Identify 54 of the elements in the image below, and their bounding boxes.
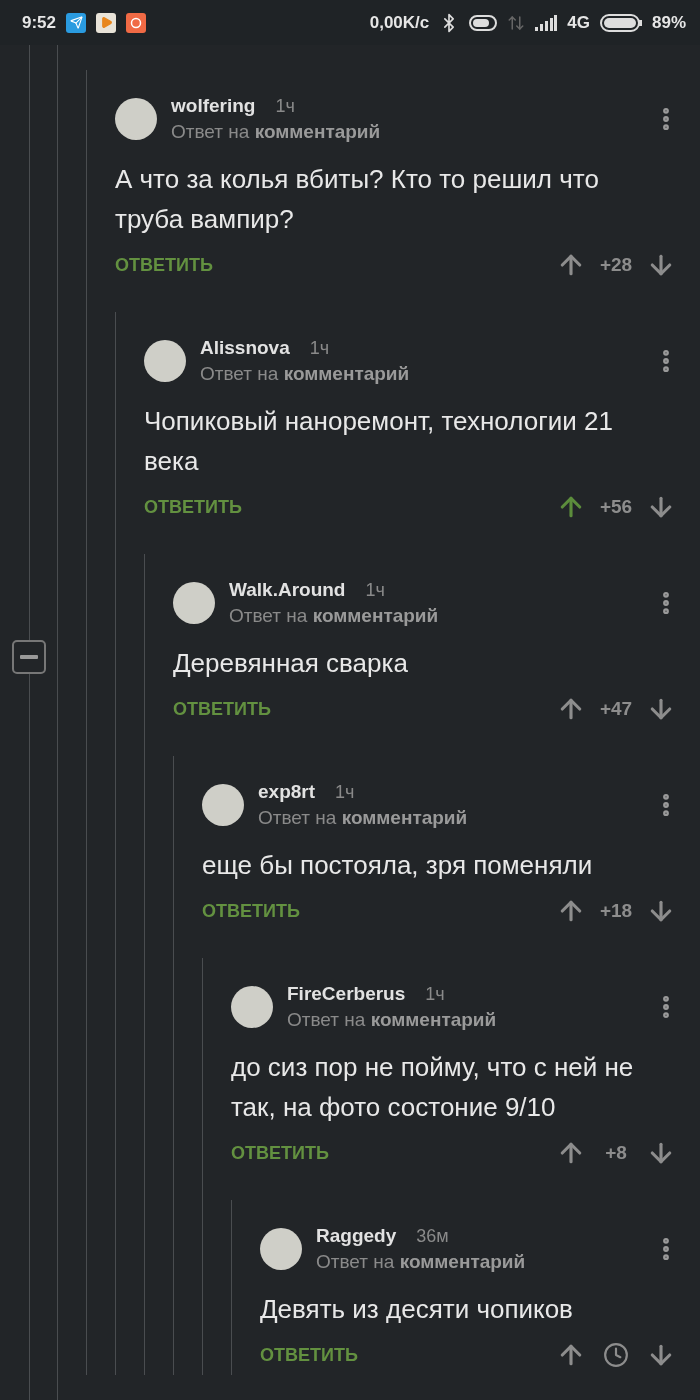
author-name[interactable]: Walk.Around	[229, 579, 346, 601]
comment-time: 1ч	[425, 984, 445, 1005]
network-speed: 0,00K/с	[369, 12, 430, 33]
author-name[interactable]: FireCerberus	[287, 983, 406, 1005]
reply-to-text[interactable]: Ответ на комментарий	[200, 363, 638, 385]
comment-text: Деревянная сварка	[173, 647, 409, 680]
reply-button[interactable]: ОТВЕТИТЬ	[231, 1142, 329, 1164]
avatar[interactable]	[115, 98, 157, 140]
signal-icon	[535, 14, 558, 31]
comment-time: 1ч	[309, 338, 330, 359]
author-name[interactable]: Raggedy	[316, 1225, 397, 1247]
avatar[interactable]	[173, 582, 215, 624]
comment-text: Девять из десяти чопиков	[260, 1293, 574, 1326]
battery-icon	[599, 13, 642, 32]
network-type: 4G	[567, 12, 590, 33]
comment-time: 36м	[416, 1226, 449, 1247]
comment-text: до сиз пор не пойму, что с ней не так, на фото состоние 9/10	[231, 1051, 635, 1124]
reply-to-text[interactable]: Ответ на комментарий	[229, 605, 638, 627]
reply-button[interactable]: ОТВЕТИТЬ	[173, 698, 271, 720]
reply-button[interactable]: ОТВЕТИТЬ	[202, 900, 300, 922]
reply-button[interactable]: ОТВЕТИТЬ	[115, 254, 213, 276]
comment-text: еще бы постояла, зря поменяли	[202, 849, 594, 882]
score: +18	[598, 900, 634, 922]
minus-icon	[20, 655, 38, 659]
avatar[interactable]	[202, 784, 244, 826]
comment-text: Чопиковый наноремонт, технологии 21 века	[144, 405, 614, 478]
send-icon	[66, 12, 87, 33]
avatar[interactable]	[144, 340, 186, 382]
comment-time: 1ч	[335, 782, 355, 803]
score: +8	[604, 1142, 628, 1164]
author-name[interactable]: Alissnova	[200, 337, 290, 359]
toggle-icon	[469, 14, 498, 31]
avatar[interactable]	[231, 986, 273, 1028]
reply-to-text[interactable]: Ответ на комментарий	[258, 807, 638, 829]
collapse-button[interactable]	[12, 640, 46, 674]
score: +28	[598, 254, 634, 276]
score: +47	[598, 698, 634, 720]
reply-to-text[interactable]: Ответ на комментарий	[287, 1009, 638, 1031]
comment-time: 1ч	[275, 96, 295, 117]
reply-to-text[interactable]: Ответ на комментарий	[171, 121, 638, 143]
play-icon	[96, 12, 117, 33]
reply-button[interactable]: ОТВЕТИТЬ	[144, 496, 242, 518]
battery-percent: 89%	[651, 12, 686, 33]
status-time: 9:52	[22, 12, 57, 33]
comment-time: 1ч	[365, 580, 385, 601]
comment-text: А что за колья вбиты? Кто то решил что труба вампир?	[115, 163, 600, 236]
reply-button[interactable]: ОТВЕТИТЬ	[260, 1344, 358, 1366]
score: +56	[598, 496, 634, 518]
app-icon	[126, 12, 147, 33]
author-name[interactable]: exp8rt	[258, 781, 316, 803]
author-name[interactable]: wolfering	[171, 95, 256, 117]
avatar[interactable]	[260, 1228, 302, 1270]
data-arrows-icon	[507, 13, 526, 32]
reply-to-text[interactable]: Ответ на комментарий	[316, 1251, 638, 1273]
